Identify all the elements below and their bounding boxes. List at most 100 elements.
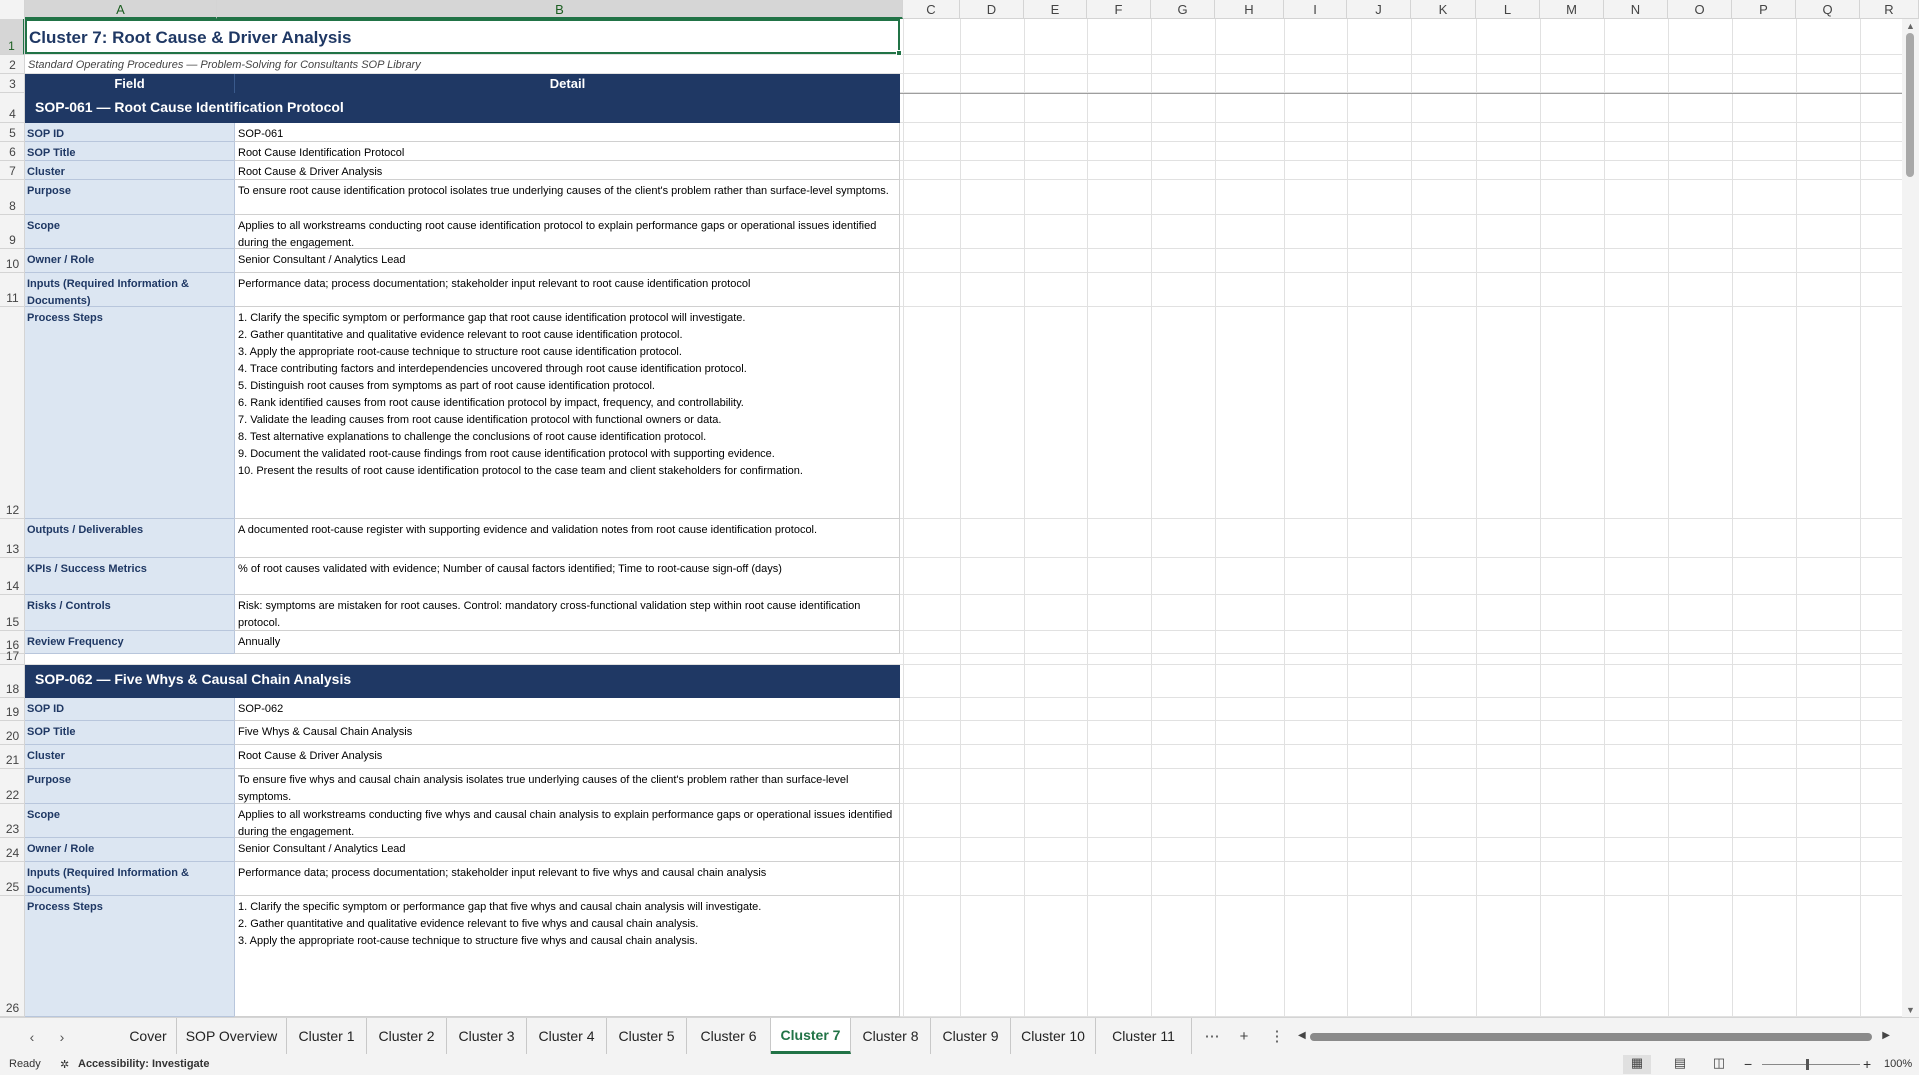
- field-label-cell[interactable]: Cluster: [25, 161, 234, 180]
- sheet-tab-cluster-6[interactable]: Cluster 6: [687, 1018, 771, 1054]
- field-label-cell[interactable]: Owner / Role: [25, 249, 234, 273]
- field-label-cell[interactable]: SOP ID: [25, 698, 234, 721]
- row-header-11[interactable]: 11: [0, 273, 24, 307]
- row-header-23[interactable]: 23: [0, 804, 24, 838]
- sheet-tab-cluster-7[interactable]: Cluster 7: [771, 1018, 851, 1054]
- ellipsis-icon[interactable]: ⋯: [1201, 1026, 1223, 1048]
- sheet-title-cell[interactable]: Cluster 7: Root Cause & Driver Analysis: [25, 19, 900, 54]
- sheet-tab-cluster-9[interactable]: Cluster 9: [931, 1018, 1011, 1054]
- zoom-level[interactable]: 100%: [1884, 1058, 1912, 1070]
- vertical-scrollbar[interactable]: ▲ ▼: [1902, 19, 1919, 1017]
- sheet-tab-cluster-5[interactable]: Cluster 5: [607, 1018, 687, 1054]
- column-header-m[interactable]: M: [1540, 0, 1604, 19]
- row-header-13[interactable]: 13: [0, 519, 24, 558]
- page-break-view-icon[interactable]: ◫: [1705, 1055, 1733, 1074]
- field-label-cell[interactable]: SOP ID: [25, 123, 234, 142]
- column-header-g[interactable]: G: [1151, 0, 1215, 19]
- chevron-right-icon[interactable]: ›: [52, 1027, 72, 1047]
- horizontal-scrollbar[interactable]: ◀ ▶: [1298, 1030, 1890, 1042]
- row-header-3[interactable]: 3: [0, 74, 24, 93]
- accessibility-status[interactable]: Accessibility: Investigate: [78, 1058, 209, 1070]
- field-detail-cell[interactable]: A documented root-cause register with su…: [234, 519, 900, 558]
- column-header-f[interactable]: F: [1087, 0, 1151, 19]
- column-header-k[interactable]: K: [1411, 0, 1476, 19]
- scroll-left-icon[interactable]: ◀: [1298, 1030, 1306, 1041]
- horizontal-scroll-thumb[interactable]: [1310, 1033, 1872, 1041]
- row-header-20[interactable]: 20: [0, 721, 24, 745]
- sheet-tab-cluster-2[interactable]: Cluster 2: [367, 1018, 447, 1054]
- row-header-18[interactable]: 18: [0, 665, 24, 698]
- column-header-q[interactable]: Q: [1796, 0, 1860, 19]
- row-header-4[interactable]: 4: [0, 93, 24, 123]
- zoom-slider-knob[interactable]: [1806, 1059, 1809, 1070]
- header-detail-cell[interactable]: Detail: [234, 74, 900, 93]
- field-label-cell[interactable]: SOP Title: [25, 142, 234, 161]
- sheet-tab-sop-overview[interactable]: SOP Overview: [177, 1018, 287, 1054]
- column-header-h[interactable]: H: [1215, 0, 1284, 19]
- field-detail-cell[interactable]: Root Cause & Driver Analysis: [234, 745, 900, 769]
- field-detail-cell[interactable]: Risk: symptoms are mistaken for root cau…: [234, 595, 900, 631]
- field-detail-cell[interactable]: Senior Consultant / Analytics Lead: [234, 249, 900, 273]
- field-detail-cell[interactable]: Performance data; process documentation;…: [234, 273, 900, 307]
- field-detail-cell[interactable]: SOP-062: [234, 698, 900, 721]
- scroll-right-icon[interactable]: ▶: [1882, 1030, 1890, 1041]
- column-header-p[interactable]: P: [1732, 0, 1796, 19]
- accessibility-icon[interactable]: ✲: [60, 1058, 69, 1071]
- sheet-subtitle-cell[interactable]: Standard Operating Procedures — Problem-…: [25, 56, 900, 74]
- vertical-ellipsis-icon[interactable]: ⋮: [1266, 1026, 1288, 1048]
- plus-icon[interactable]: +: [1233, 1026, 1255, 1048]
- row-header-25[interactable]: 25: [0, 862, 24, 896]
- row-header-12[interactable]: 12: [0, 307, 24, 519]
- field-label-cell[interactable]: Scope: [25, 215, 234, 249]
- row-header-6[interactable]: 6: [0, 142, 24, 161]
- sheet-tab-cluster-8[interactable]: Cluster 8: [851, 1018, 931, 1054]
- column-header-j[interactable]: J: [1347, 0, 1411, 19]
- field-label-cell[interactable]: Purpose: [25, 769, 234, 804]
- row-header-15[interactable]: 15: [0, 595, 24, 631]
- sheet-tab-cluster-10[interactable]: Cluster 10: [1011, 1018, 1096, 1054]
- field-detail-cell[interactable]: Annually: [234, 631, 900, 654]
- normal-view-icon[interactable]: ▦: [1623, 1055, 1651, 1074]
- select-all-corner[interactable]: [0, 0, 25, 19]
- field-detail-cell[interactable]: To ensure root cause identification prot…: [234, 180, 900, 215]
- field-label-cell[interactable]: Outputs / Deliverables: [25, 519, 234, 558]
- column-header-l[interactable]: L: [1476, 0, 1540, 19]
- zoom-slider[interactable]: [1762, 1064, 1860, 1065]
- field-detail-cell[interactable]: Root Cause & Driver Analysis: [234, 161, 900, 180]
- page-layout-view-icon[interactable]: ▤: [1666, 1055, 1694, 1074]
- field-detail-cell[interactable]: Applies to all workstreams conducting ro…: [234, 215, 900, 249]
- column-header-o[interactable]: O: [1668, 0, 1732, 19]
- row-header-8[interactable]: 8: [0, 180, 24, 215]
- scroll-up-icon[interactable]: ▲: [1902, 19, 1919, 33]
- column-header-e[interactable]: E: [1024, 0, 1087, 19]
- field-label-cell[interactable]: Inputs (Required Information & Documents…: [25, 273, 234, 307]
- field-label-cell[interactable]: Risks / Controls: [25, 595, 234, 631]
- row-header-14[interactable]: 14: [0, 558, 24, 595]
- column-header-a[interactable]: A: [25, 0, 217, 19]
- row-header-10[interactable]: 10: [0, 249, 24, 273]
- field-detail-cell[interactable]: 1. Clarify the specific symptom or perfo…: [234, 307, 900, 519]
- field-label-cell[interactable]: Inputs (Required Information & Documents…: [25, 862, 234, 896]
- sheet-tab-cluster-1[interactable]: Cluster 1: [287, 1018, 367, 1054]
- chevron-left-icon[interactable]: ‹: [22, 1027, 42, 1047]
- row-header-1[interactable]: 1: [0, 19, 24, 55]
- field-label-cell[interactable]: Scope: [25, 804, 234, 838]
- row-header-19[interactable]: 19: [0, 698, 24, 721]
- row-header-2[interactable]: 2: [0, 55, 24, 74]
- field-detail-cell[interactable]: Senior Consultant / Analytics Lead: [234, 838, 900, 862]
- field-detail-cell[interactable]: Five Whys & Causal Chain Analysis: [234, 721, 900, 745]
- field-label-cell[interactable]: KPIs / Success Metrics: [25, 558, 234, 595]
- column-header-d[interactable]: D: [960, 0, 1024, 19]
- column-header-r[interactable]: R: [1860, 0, 1919, 19]
- field-detail-cell[interactable]: Root Cause Identification Protocol: [234, 142, 900, 161]
- field-detail-cell[interactable]: % of root causes validated with evidence…: [234, 558, 900, 595]
- field-detail-cell[interactable]: SOP-061: [234, 123, 900, 142]
- row-header-9[interactable]: 9: [0, 215, 24, 249]
- zoom-in-icon[interactable]: +: [1863, 1056, 1871, 1072]
- sheet-tab-cluster-11[interactable]: Cluster 11: [1096, 1018, 1192, 1054]
- field-label-cell[interactable]: SOP Title: [25, 721, 234, 745]
- row-header-24[interactable]: 24: [0, 838, 24, 862]
- field-label-cell[interactable]: Process Steps: [25, 896, 234, 1017]
- sop-section-header[interactable]: SOP-062 — Five Whys & Causal Chain Analy…: [25, 665, 900, 698]
- field-detail-cell[interactable]: To ensure five whys and causal chain ana…: [234, 769, 900, 804]
